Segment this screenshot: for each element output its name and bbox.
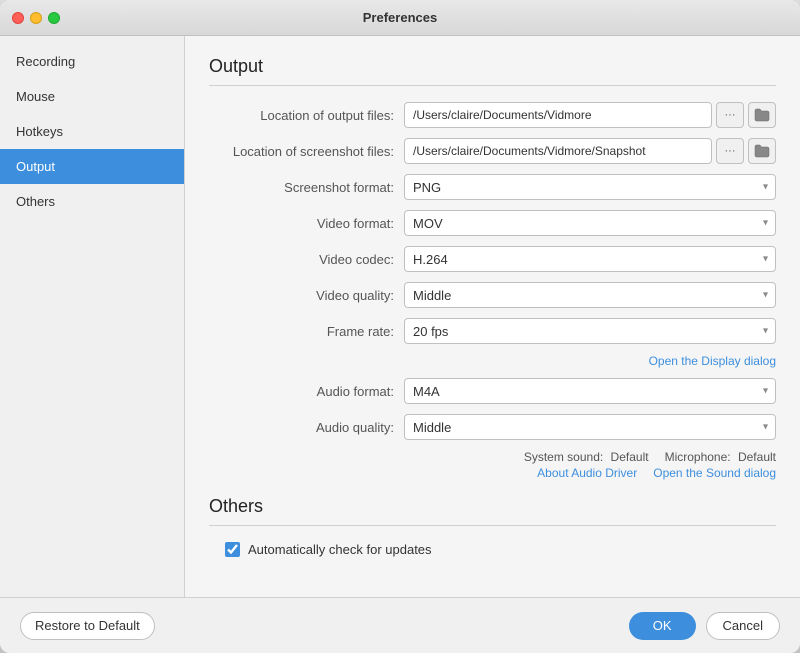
output-location-container: ··· bbox=[404, 102, 776, 128]
about-audio-driver-link[interactable]: About Audio Driver bbox=[537, 466, 637, 480]
screenshot-location-row: Location of screenshot files: ··· bbox=[209, 138, 776, 164]
ok-button[interactable]: OK bbox=[629, 612, 696, 640]
screenshot-format-select[interactable]: PNG JPG BMP TIFF bbox=[404, 174, 776, 200]
audio-quality-select[interactable]: Low Middle High bbox=[404, 414, 776, 440]
auto-update-label: Automatically check for updates bbox=[248, 542, 432, 557]
open-sound-dialog-link[interactable]: Open the Sound dialog bbox=[653, 466, 776, 480]
output-location-row: Location of output files: ··· bbox=[209, 102, 776, 128]
frame-rate-container: 15 fps 20 fps 24 fps 30 fps 60 fps ▾ bbox=[404, 318, 776, 344]
sidebar-item-recording[interactable]: Recording bbox=[0, 44, 184, 79]
video-codec-row: Video codec: H.264 H.265 MPEG-4 ▾ bbox=[209, 246, 776, 272]
audio-format-row: Audio format: M4A MP3 AAC FLAC WMA ▾ bbox=[209, 378, 776, 404]
screenshot-location-folder-btn[interactable] bbox=[748, 138, 776, 164]
sidebar-item-output[interactable]: Output bbox=[0, 149, 184, 184]
video-format-label: Video format: bbox=[209, 216, 404, 231]
video-format-row: Video format: MOV MP4 AVI WMV MKV ▾ bbox=[209, 210, 776, 236]
microphone-label: Microphone: bbox=[665, 450, 731, 464]
video-codec-label: Video codec: bbox=[209, 252, 404, 267]
output-section-title: Output bbox=[209, 56, 776, 86]
microphone-info: Microphone: Default bbox=[665, 450, 776, 464]
frame-rate-select[interactable]: 15 fps 20 fps 24 fps 30 fps 60 fps bbox=[404, 318, 776, 344]
output-location-folder-btn[interactable] bbox=[748, 102, 776, 128]
audio-links-row: About Audio Driver Open the Sound dialog bbox=[209, 466, 776, 480]
audio-quality-label: Audio quality: bbox=[209, 420, 404, 435]
output-location-label: Location of output files: bbox=[209, 108, 404, 123]
audio-quality-container: Low Middle High ▾ bbox=[404, 414, 776, 440]
restore-default-button[interactable]: Restore to Default bbox=[20, 612, 155, 640]
screenshot-location-container: ··· bbox=[404, 138, 776, 164]
system-sound-value: Default bbox=[611, 450, 649, 464]
microphone-value: Default bbox=[738, 450, 776, 464]
traffic-lights bbox=[12, 12, 60, 24]
sidebar-item-mouse[interactable]: Mouse bbox=[0, 79, 184, 114]
sidebar-item-hotkeys[interactable]: Hotkeys bbox=[0, 114, 184, 149]
screenshot-format-row: Screenshot format: PNG JPG BMP TIFF ▾ bbox=[209, 174, 776, 200]
others-section-title: Others bbox=[209, 496, 776, 526]
frame-rate-label: Frame rate: bbox=[209, 324, 404, 339]
ellipsis-icon: ··· bbox=[725, 109, 736, 121]
cancel-button[interactable]: Cancel bbox=[706, 612, 780, 640]
audio-format-label: Audio format: bbox=[209, 384, 404, 399]
maximize-button[interactable] bbox=[48, 12, 60, 24]
folder-icon bbox=[754, 108, 770, 122]
output-location-ellipsis-btn[interactable]: ··· bbox=[716, 102, 744, 128]
frame-rate-row: Frame rate: 15 fps 20 fps 24 fps 30 fps … bbox=[209, 318, 776, 344]
video-format-container: MOV MP4 AVI WMV MKV ▾ bbox=[404, 210, 776, 236]
video-codec-select[interactable]: H.264 H.265 MPEG-4 bbox=[404, 246, 776, 272]
sidebar: Recording Mouse Hotkeys Output Others bbox=[0, 36, 185, 597]
preferences-window: Preferences Recording Mouse Hotkeys Outp… bbox=[0, 0, 800, 653]
screenshot-location-ellipsis-btn[interactable]: ··· bbox=[716, 138, 744, 164]
audio-format-select[interactable]: M4A MP3 AAC FLAC WMA bbox=[404, 378, 776, 404]
bottom-bar: Restore to Default OK Cancel bbox=[0, 597, 800, 653]
titlebar: Preferences bbox=[0, 0, 800, 36]
ellipsis-icon: ··· bbox=[725, 145, 736, 157]
close-button[interactable] bbox=[12, 12, 24, 24]
video-quality-select[interactable]: Low Middle High Lossless bbox=[404, 282, 776, 308]
sidebar-item-others[interactable]: Others bbox=[0, 184, 184, 219]
video-quality-label: Video quality: bbox=[209, 288, 404, 303]
display-dialog-row: Open the Display dialog bbox=[209, 354, 776, 368]
main-content: Recording Mouse Hotkeys Output Others Ou… bbox=[0, 36, 800, 597]
audio-info-row: System sound: Default Microphone: Defaul… bbox=[209, 450, 776, 464]
video-quality-container: Low Middle High Lossless ▾ bbox=[404, 282, 776, 308]
auto-update-checkbox[interactable] bbox=[225, 542, 240, 557]
screenshot-location-label: Location of screenshot files: bbox=[209, 144, 404, 159]
screenshot-format-label: Screenshot format: bbox=[209, 180, 404, 195]
others-section: Others Automatically check for updates bbox=[209, 496, 776, 557]
audio-quality-row: Audio quality: Low Middle High ▾ bbox=[209, 414, 776, 440]
system-sound-info: System sound: Default bbox=[524, 450, 649, 464]
video-quality-row: Video quality: Low Middle High Lossless … bbox=[209, 282, 776, 308]
screenshot-format-container: PNG JPG BMP TIFF ▾ bbox=[404, 174, 776, 200]
content-area: Output Location of output files: ··· bbox=[185, 36, 800, 597]
video-codec-container: H.264 H.265 MPEG-4 ▾ bbox=[404, 246, 776, 272]
system-sound-label: System sound: bbox=[524, 450, 603, 464]
output-location-input[interactable] bbox=[404, 102, 712, 128]
video-format-select[interactable]: MOV MP4 AVI WMV MKV bbox=[404, 210, 776, 236]
auto-update-row: Automatically check for updates bbox=[225, 542, 776, 557]
open-display-dialog-link[interactable]: Open the Display dialog bbox=[649, 354, 776, 368]
minimize-button[interactable] bbox=[30, 12, 42, 24]
window-title: Preferences bbox=[363, 10, 437, 25]
screenshot-location-input[interactable] bbox=[404, 138, 712, 164]
folder-icon bbox=[754, 144, 770, 158]
action-buttons: OK Cancel bbox=[629, 612, 780, 640]
audio-format-container: M4A MP3 AAC FLAC WMA ▾ bbox=[404, 378, 776, 404]
